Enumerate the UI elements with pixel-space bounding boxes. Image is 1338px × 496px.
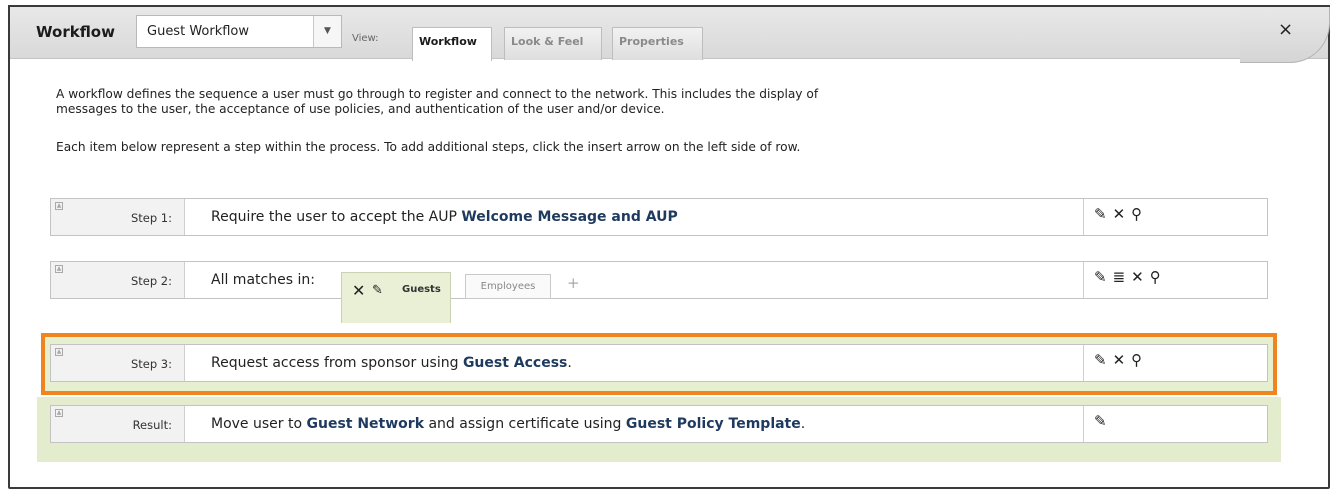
chip-employees[interactable]: Employees [465, 274, 551, 299]
workflow-step-1[interactable]: ▲ Step 1: Require the user to accept the… [50, 198, 1268, 236]
description-line-2: messages to the user, the acceptance of … [56, 102, 665, 116]
description-line-3: Each item below represent a step within … [56, 140, 801, 154]
step-description: All matches in: [211, 272, 315, 288]
edit-icon[interactable]: ✎ [1094, 412, 1107, 430]
insert-arrow-icon[interactable]: ▲ [55, 409, 63, 417]
chip-guests-label: Guests [402, 284, 441, 295]
step-link-network[interactable]: Guest Network [306, 416, 424, 432]
step-text: Request access from sponsor using [211, 355, 463, 371]
step-label: Step 3: [130, 357, 172, 371]
step-label: Step 1: [130, 211, 172, 225]
workflow-select-value: Guest Workflow [147, 24, 250, 39]
workflow-label: Workflow [36, 23, 115, 41]
step-label: Result: [132, 418, 172, 432]
chevron-down-icon[interactable]: ▼ [313, 16, 341, 47]
search-icon[interactable]: ⚲ [1150, 268, 1161, 286]
chip-guests[interactable]: ✕ ✎ Guests [341, 272, 451, 323]
step-text: Move user to [211, 416, 307, 432]
step-link-template[interactable]: Guest Policy Template [626, 416, 801, 432]
edit-icon[interactable]: ✎ [1094, 351, 1107, 369]
add-chip-icon[interactable]: + [567, 274, 580, 292]
step-suffix: . [800, 416, 806, 432]
step-link[interactable]: Welcome Message and AUP [461, 209, 677, 225]
step-description: Require the user to accept the AUP Welco… [211, 209, 678, 225]
delete-icon[interactable]: ✕ [1113, 205, 1126, 223]
tab-properties[interactable]: Properties [612, 27, 703, 60]
edit-icon[interactable]: ✎ [372, 283, 383, 298]
edit-icon[interactable]: ✎ [1094, 268, 1107, 286]
remove-icon[interactable]: ✕ [352, 281, 365, 300]
step-text: Require the user to accept the AUP [211, 209, 462, 225]
step-actions: ✎ ✕ ⚲ [1083, 345, 1148, 381]
search-icon[interactable]: ⚲ [1131, 205, 1142, 223]
workflow-result[interactable]: ▲ Result: Move user to Guest Network and… [50, 405, 1268, 443]
step-label-box: ▲ Step 3: [51, 345, 185, 381]
insert-arrow-icon[interactable]: ▲ [55, 348, 63, 356]
step-link[interactable]: Guest Access [463, 355, 567, 371]
list-icon[interactable]: ≣ [1113, 268, 1126, 286]
description-line-1: A workflow defines the sequence a user m… [56, 87, 819, 101]
delete-icon[interactable]: ✕ [1113, 351, 1126, 369]
step-label: Step 2: [130, 274, 172, 288]
step-label-box: ▲ Result: [51, 406, 185, 442]
workflow-step-2[interactable]: ▲ Step 2: All matches in: ✎ ≣ ✕ ⚲ [50, 261, 1268, 299]
edit-icon[interactable]: ✎ [1094, 205, 1107, 223]
delete-icon[interactable]: ✕ [1131, 268, 1144, 286]
workflow-window: Workflow Guest Workflow ▼ View: Workflow… [8, 5, 1330, 489]
step-description: Move user to Guest Network and assign ce… [211, 416, 805, 432]
tab-look-and-feel[interactable]: Look & Feel [504, 27, 602, 60]
workflow-step-3[interactable]: ▲ Step 3: Request access from sponsor us… [50, 344, 1268, 382]
view-label: View: [352, 33, 379, 44]
step-label-box: ▲ Step 1: [51, 199, 185, 235]
search-icon[interactable]: ⚲ [1131, 351, 1142, 369]
insert-arrow-icon[interactable]: ▲ [55, 265, 63, 273]
step-actions: ✎ ≣ ✕ ⚲ [1083, 262, 1167, 298]
step-suffix: . [567, 355, 572, 371]
step-actions: ✎ ✕ ⚲ [1083, 199, 1148, 235]
step-actions: ✎ [1083, 406, 1113, 442]
close-icon[interactable]: × [1278, 19, 1293, 40]
insert-arrow-icon[interactable]: ▲ [55, 202, 63, 210]
tab-workflow[interactable]: Workflow [412, 27, 492, 61]
workflow-select[interactable]: Guest Workflow ▼ [136, 15, 342, 48]
step-description: Request access from sponsor using Guest … [211, 355, 572, 371]
title-bar: Workflow Guest Workflow ▼ View: Workflow… [10, 7, 1330, 63]
step-label-box: ▲ Step 2: [51, 262, 185, 298]
step-text: and assign certificate using [424, 416, 626, 432]
